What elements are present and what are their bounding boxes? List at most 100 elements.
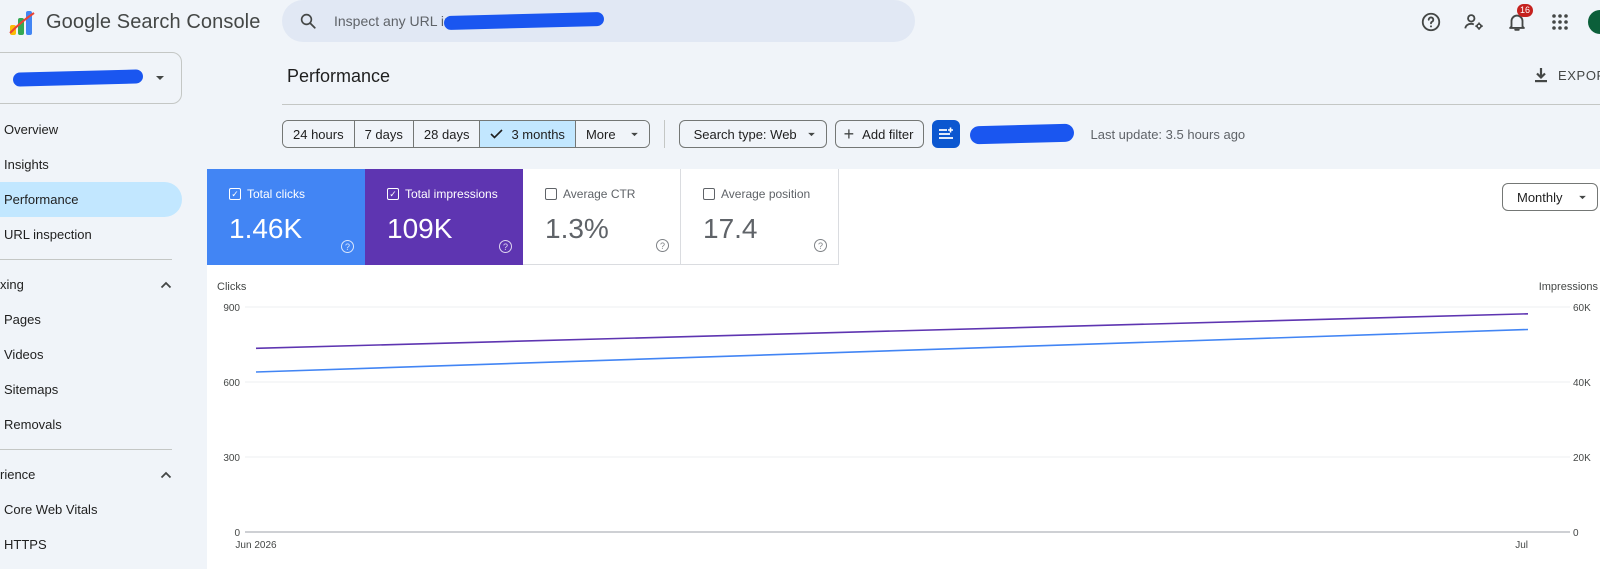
url-inspect-search[interactable] (282, 0, 915, 42)
left-tick-label: 900 (223, 303, 240, 314)
sidebar-item-removals[interactable]: Removals (0, 407, 182, 442)
metric-card-total-clicks[interactable]: ✓ Total clicks 1.46K ? (207, 169, 365, 265)
apps-grid-icon (1552, 14, 1568, 30)
metric-label: Total impressions (405, 187, 498, 201)
chevron-down-icon (156, 76, 164, 80)
apps-button[interactable] (1540, 6, 1580, 38)
filter-bar: 24 hours 7 days 28 days 3 months More Se… (282, 119, 1245, 149)
export-label: EXPOR (1558, 67, 1600, 83)
divider (0, 449, 172, 450)
metric-label-row: Average position (703, 187, 838, 201)
sidebar-item-pages[interactable]: Pages (0, 302, 182, 337)
help-icon[interactable]: ? (499, 240, 512, 253)
sidebar-section-indexing[interactable]: xing (0, 267, 182, 302)
notifications-button[interactable]: 16 (1497, 4, 1537, 38)
checkbox-unchecked-icon (703, 188, 715, 200)
x-tick-label: Jul (1515, 540, 1528, 551)
redacted-property-name (12, 69, 144, 87)
date-option-label: More (585, 126, 616, 142)
top-bar: Google Search Console 16 (0, 0, 1600, 44)
right-tick-label: 0 (1573, 528, 1579, 539)
chevron-down-icon (630, 132, 638, 136)
add-filter-label: Add filter (862, 126, 914, 142)
divider (0, 259, 172, 260)
sidebar-item-url-inspection[interactable]: URL inspection (0, 217, 182, 252)
date-option-label: 3 months (511, 126, 565, 142)
metric-label-row: ✓ Total impressions (387, 187, 523, 201)
add-filter-button[interactable]: + Add filter (834, 120, 925, 148)
chevron-up-icon (160, 471, 172, 478)
search-icon (296, 9, 320, 33)
help-icon[interactable]: ? (656, 239, 669, 252)
export-button[interactable]: EXPOR (1534, 67, 1600, 83)
right-tick-label: 60K (1573, 303, 1591, 314)
help-icon (1421, 12, 1441, 32)
search-type-dropdown[interactable]: Search type: Web (678, 120, 827, 148)
metric-label-row: ✓ Total clicks (229, 187, 365, 201)
right-tick-label: 20K (1573, 453, 1591, 464)
account-settings-button[interactable] (1454, 6, 1494, 38)
sidebar-section-experience[interactable]: rience (0, 457, 182, 492)
series-line-impressions (255, 313, 1529, 350)
filter-settings-button[interactable] (932, 120, 961, 148)
product-name: Google Search Console (46, 10, 261, 33)
page-title: Performance (287, 66, 391, 86)
search-console-app: Google Search Console 16 (0, 0, 1600, 569)
metric-card-average-position[interactable]: Average position 17.4 ? (681, 169, 839, 265)
metric-card-average-ctr[interactable]: Average CTR 1.3% ? (523, 169, 681, 265)
checkbox-checked-icon: ✓ (387, 188, 399, 200)
search-type-label: Search type: Web (693, 126, 797, 142)
search-console-logo-icon (9, 11, 35, 35)
metric-card-total-impressions[interactable]: ✓ Total impressions 109K ? (365, 169, 523, 265)
date-option-3-months[interactable]: 3 months (480, 121, 576, 147)
date-option-7-days[interactable]: 7 days (354, 121, 414, 147)
granularity-label: Monthly (1517, 189, 1563, 205)
plus-icon: + (843, 124, 855, 144)
left-tick-label: 300 (223, 453, 240, 464)
redacted-filter (970, 123, 1075, 145)
download-icon (1535, 68, 1547, 83)
metric-label: Average CTR (563, 187, 636, 201)
section-label: rience (0, 467, 36, 482)
left-tick-label: 0 (234, 528, 240, 539)
search-console-logo[interactable]: Google Search Console (8, 6, 260, 38)
header-divider (282, 104, 1600, 105)
left-axis-title: Clicks (217, 281, 247, 293)
last-update-text: Last update: 3.5 hours ago (1090, 126, 1246, 142)
redacted-property (443, 11, 605, 31)
sidebar-item-performance[interactable]: Performance (0, 182, 182, 217)
filter-list-icon (939, 127, 954, 139)
performance-chart: Clicks Impressions 0 300 600 900 0 20K 40K 60K Jun… (217, 281, 1599, 551)
manage-accounts-icon (1464, 14, 1483, 30)
metric-label: Total clicks (247, 187, 306, 201)
sidebar-item-insights[interactable]: Insights (0, 147, 182, 182)
notification-badge: 16 (1517, 4, 1534, 17)
date-option-24-hours[interactable]: 24 hours (283, 121, 355, 147)
help-icon[interactable]: ? (814, 239, 827, 252)
chevron-down-icon (807, 132, 815, 136)
granularity-dropdown[interactable]: Monthly (1502, 183, 1598, 211)
date-option-28-days[interactable]: 28 days (413, 121, 481, 147)
sidebar-item-core-web-vitals[interactable]: Core Web Vitals (0, 492, 182, 527)
checkbox-unchecked-icon (545, 188, 557, 200)
sidebar-item-videos[interactable]: Videos (0, 337, 182, 372)
help-icon[interactable]: ? (341, 240, 354, 253)
check-icon (490, 129, 504, 139)
series-line-clicks (255, 328, 1529, 373)
checkbox-checked-icon: ✓ (229, 188, 241, 200)
sidebar-item-https[interactable]: HTTPS (0, 527, 182, 562)
right-tick-label: 40K (1573, 378, 1591, 389)
date-range-selector: 24 hours 7 days 28 days 3 months More (282, 120, 650, 148)
property-selector[interactable] (0, 52, 182, 104)
section-label: xing (0, 277, 24, 292)
sidebar-item-sitemaps[interactable]: Sitemaps (0, 372, 182, 407)
metric-label-row: Average CTR (545, 187, 680, 201)
sidebar-item-overview[interactable]: Overview (0, 112, 182, 147)
help-button[interactable] (1411, 6, 1451, 38)
date-option-more[interactable]: More (575, 121, 649, 147)
chevron-up-icon (160, 281, 172, 288)
avatar[interactable] (1588, 10, 1600, 34)
left-tick-label: 600 (223, 378, 240, 389)
divider (663, 120, 665, 148)
x-tick-label: Jun 2026 (235, 540, 277, 551)
